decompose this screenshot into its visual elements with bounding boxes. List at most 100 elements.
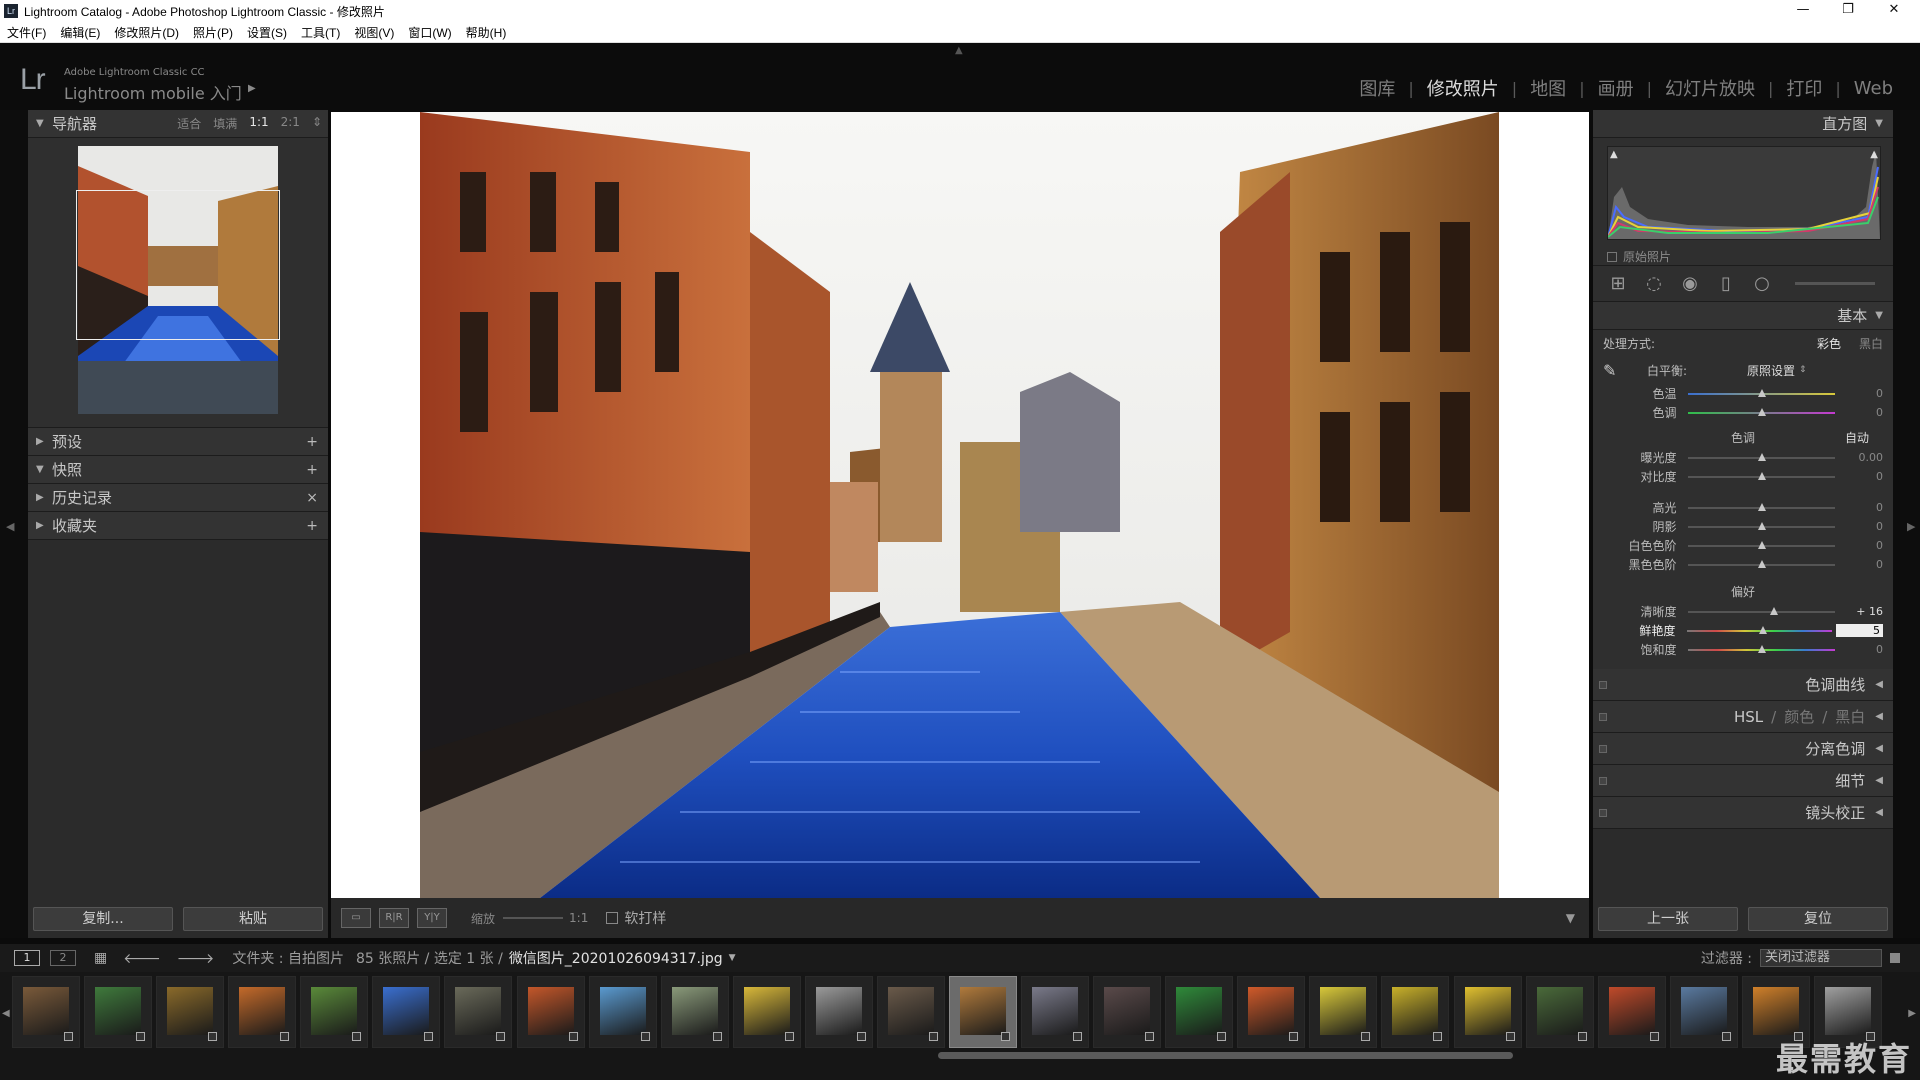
blacks-value[interactable]: 0 — [1835, 558, 1883, 571]
expand-triangle-icon[interactable]: ▼ — [1875, 118, 1883, 129]
bw-tab[interactable]: 黑白 — [1835, 706, 1865, 727]
previous-settings-button[interactable]: 上一张 — [1598, 907, 1738, 931]
zoom-fit[interactable]: 适合 — [177, 115, 201, 132]
filmstrip-thumbnail[interactable] — [1597, 976, 1666, 1048]
whites-value[interactable]: 0 — [1835, 539, 1883, 552]
collections-panel-header[interactable]: ▶ 收藏夹 + — [28, 512, 328, 540]
navigator-header[interactable]: ▼ 导航器 适合 填满 1:1 2:1 ⇕ — [28, 110, 328, 138]
zoom-2-1[interactable]: 2:1 — [281, 115, 300, 132]
filmstrip-thumbnail[interactable] — [1165, 976, 1234, 1048]
shadows-slider[interactable] — [1688, 521, 1836, 530]
split-toning-panel-header[interactable]: 分离色调 ◀ — [1593, 733, 1893, 765]
lens-correction-panel-header[interactable]: 镜头校正 ◀ — [1593, 797, 1893, 829]
menu-help[interactable]: 帮助(H) — [459, 24, 514, 41]
vibrance-value-field[interactable]: 5 — [1836, 624, 1883, 637]
vibrance-slider[interactable] — [1687, 625, 1833, 634]
filmstrip-thumbnail[interactable] — [444, 976, 513, 1048]
collapse-triangle-icon[interactable]: ◀ — [1875, 807, 1883, 818]
panel-toggle-switch[interactable] — [1599, 680, 1607, 689]
navigator-view-rectangle[interactable] — [76, 190, 280, 340]
filmstrip-thumbnail[interactable] — [660, 976, 729, 1048]
temp-slider[interactable] — [1688, 388, 1836, 397]
toolbar-menu-chevron-icon[interactable]: ▼ — [1566, 911, 1575, 925]
loupe-view-icon[interactable]: ▭ — [341, 908, 371, 928]
vibrance-slider-thumb[interactable] — [1758, 625, 1767, 634]
contrast-slider-thumb[interactable] — [1757, 471, 1766, 480]
main-window-button[interactable]: 1 — [14, 950, 40, 966]
collapse-triangle-icon[interactable]: ◀ — [1875, 743, 1883, 754]
shadow-clipping-icon[interactable]: ▲ — [1610, 149, 1618, 160]
grid-view-icon[interactable]: ▦ — [94, 950, 107, 966]
maximize-button[interactable]: ❐ — [1828, 0, 1868, 22]
highlights-slider[interactable] — [1688, 502, 1836, 511]
original-photo-toggle[interactable]: 原始照片 — [1607, 248, 1671, 265]
color-tab[interactable]: 颜色 — [1784, 706, 1814, 727]
left-panel-toggle-icon[interactable]: ◀ — [6, 520, 14, 533]
menu-view[interactable]: 视图(V) — [347, 24, 401, 41]
module-develop[interactable]: 修改照片 — [1414, 75, 1512, 101]
filmstrip-thumbnail[interactable] — [1525, 976, 1594, 1048]
menu-file[interactable]: 文件(F) — [0, 24, 53, 41]
histogram-header[interactable]: 直方图 ▼ — [1593, 110, 1893, 138]
panel-toggle-switch[interactable] — [1599, 744, 1607, 753]
add-collection-icon[interactable]: + — [306, 518, 318, 534]
play-arrow-icon[interactable]: ▶ — [248, 83, 256, 94]
filmstrip-left-arrow-icon[interactable]: ◀ — [2, 1008, 10, 1019]
highlights-slider-thumb[interactable] — [1757, 502, 1766, 511]
clarity-slider-thumb[interactable] — [1769, 606, 1778, 615]
filmstrip-thumbnail[interactable] — [1237, 976, 1306, 1048]
treatment-color-option[interactable]: 彩色 — [1817, 335, 1841, 352]
tint-slider[interactable] — [1688, 407, 1836, 416]
radial-filter-icon[interactable]: ○ — [1751, 273, 1773, 295]
filmstrip-thumbnail[interactable] — [228, 976, 297, 1048]
filmstrip-thumbnail[interactable] — [949, 976, 1017, 1048]
module-slideshow[interactable]: 幻灯片放映 — [1652, 75, 1768, 101]
collapse-triangle-icon[interactable]: ▶ — [36, 492, 52, 503]
menu-photo[interactable]: 照片(P) — [186, 24, 240, 41]
right-edge-strip[interactable]: ▶ — [1893, 110, 1920, 938]
panel-toggle-switch[interactable] — [1599, 776, 1607, 785]
original-photo-checkbox[interactable] — [1607, 251, 1617, 262]
filmstrip-thumbnail[interactable] — [12, 976, 80, 1048]
filmstrip-thumbnail[interactable] — [300, 976, 369, 1048]
soft-proof-checkbox[interactable] — [606, 912, 619, 924]
temp-value[interactable]: 0 — [1835, 387, 1883, 400]
shadows-value[interactable]: 0 — [1835, 520, 1883, 533]
wb-eyedropper-icon[interactable]: ✎ — [1603, 361, 1627, 380]
filmstrip-thumbnail[interactable] — [588, 976, 657, 1048]
expand-triangle-icon[interactable]: ▼ — [36, 464, 52, 475]
filename-chevron-icon[interactable]: ▼ — [729, 953, 736, 963]
filmstrip-thumbnail[interactable] — [804, 976, 873, 1048]
contrast-slider[interactable] — [1688, 471, 1836, 480]
add-snapshot-icon[interactable]: + — [306, 462, 318, 478]
filmstrip-thumbnail[interactable] — [156, 976, 225, 1048]
treatment-bw-option[interactable]: 黑白 — [1859, 335, 1883, 352]
right-panel-toggle-icon[interactable]: ▶ — [1907, 520, 1915, 533]
module-web[interactable]: Web — [1841, 78, 1906, 99]
whites-slider-thumb[interactable] — [1757, 540, 1766, 549]
secondary-window-button[interactable]: 2 — [50, 950, 76, 966]
whites-slider[interactable] — [1688, 540, 1836, 549]
expand-triangle-icon[interactable]: ▼ — [1875, 310, 1883, 321]
filter-dropdown[interactable]: 关闭过滤器 — [1760, 949, 1882, 967]
collapse-triangle-icon[interactable]: ◀ — [1875, 775, 1883, 786]
detail-panel-header[interactable]: 细节 ◀ — [1593, 765, 1893, 797]
spot-removal-icon[interactable]: ◌ — [1643, 273, 1665, 295]
module-print[interactable]: 打印 — [1773, 75, 1835, 101]
exposure-slider-thumb[interactable] — [1757, 452, 1766, 461]
blacks-slider-thumb[interactable] — [1757, 559, 1766, 568]
panel-toggle-switch[interactable] — [1599, 808, 1607, 817]
brush-slider[interactable] — [1795, 282, 1875, 285]
before-after-view-icon[interactable]: R|R — [379, 908, 409, 928]
presets-panel-header[interactable]: ▶ 预设 + — [28, 428, 328, 456]
filmstrip-thumbnail[interactable] — [1453, 976, 1522, 1048]
crop-grid-icon[interactable]: ⊞ — [1607, 273, 1629, 295]
collapse-triangle-icon[interactable]: ◀ — [1875, 679, 1883, 690]
histogram-graph[interactable]: ▲ ▲ — [1607, 146, 1881, 240]
highlights-value[interactable]: 0 — [1835, 501, 1883, 514]
zoom-fill[interactable]: 填满 — [213, 115, 237, 132]
history-panel-header[interactable]: ▶ 历史记录 × — [28, 484, 328, 512]
filmstrip-thumbnail[interactable] — [84, 976, 153, 1048]
copy-settings-button[interactable]: 复制... — [33, 907, 173, 931]
filmstrip-thumbnail[interactable] — [1021, 976, 1090, 1048]
